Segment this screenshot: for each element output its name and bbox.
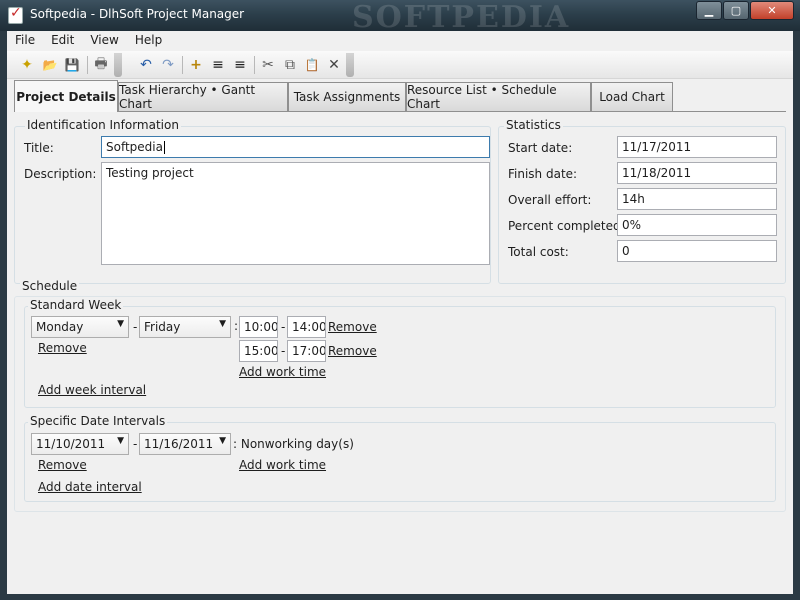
client-area: File Edit View Help ✦ 📂 💾 🖶 ↶ ↷ + ≡ ≡ ✂ … <box>7 31 793 594</box>
start-time-input[interactable]: 10:00 <box>239 316 278 338</box>
to-date-picker[interactable]: 11/16/2011 ▼ <box>139 433 231 455</box>
menu-help[interactable]: Help <box>127 31 170 51</box>
outdent-icon[interactable]: ≡ <box>230 55 250 75</box>
nonworking-status: : Nonworking day(s) <box>233 437 354 451</box>
description-input[interactable]: Testing project <box>101 162 490 265</box>
cut-icon[interactable]: ✂ <box>258 55 278 75</box>
identification-title: Identification Information <box>25 118 181 132</box>
tab-project-details[interactable]: Project Details <box>14 80 118 112</box>
start-date-label: Start date: <box>508 141 573 155</box>
save-icon[interactable]: 💾 <box>62 55 82 75</box>
title-bar[interactable]: Softpedia - DlhSoft Project Manager SOFT… <box>0 0 800 35</box>
description-label: Description: <box>24 167 97 181</box>
tab-panel: Identification Information Title: Softpe… <box>14 111 786 594</box>
watermark-logo: SOFTPEDIA <box>352 0 571 35</box>
dash-separator: - <box>281 320 286 334</box>
add-work-time-link[interactable]: Add work time <box>239 458 326 472</box>
finish-date-value: 11/18/2011 <box>617 162 777 184</box>
specific-dates-title: Specific Date Intervals <box>28 414 168 428</box>
toolbar-grip[interactable] <box>346 53 354 77</box>
statistics-title: Statistics <box>504 118 563 132</box>
total-cost-value: 0 <box>617 240 777 262</box>
copy-icon[interactable]: ⧉ <box>280 55 300 75</box>
title-label: Title: <box>24 141 54 155</box>
remove-time-link[interactable]: Remove <box>328 344 377 358</box>
dash-separator: - <box>281 344 286 358</box>
indent-icon[interactable]: ≡ <box>208 55 228 75</box>
new-icon[interactable]: ✦ <box>17 55 37 75</box>
percent-completed-value: 0% <box>617 214 777 236</box>
end-time-input[interactable]: 14:00 <box>287 316 326 338</box>
start-time-input[interactable]: 15:00 <box>239 340 278 362</box>
redo-icon[interactable]: ↷ <box>158 55 178 75</box>
toolbar-grip[interactable] <box>114 53 122 77</box>
delete-icon[interactable]: ✕ <box>324 55 344 75</box>
minimize-button[interactable]: ▁ <box>696 1 722 20</box>
open-icon[interactable]: 📂 <box>40 55 60 75</box>
paste-icon[interactable]: 📋 <box>302 55 322 75</box>
close-button[interactable]: ✕ <box>750 1 794 20</box>
toolbar-separator <box>182 56 183 74</box>
total-cost-label: Total cost: <box>508 245 569 259</box>
finish-date-label: Finish date: <box>508 167 578 181</box>
menu-file[interactable]: File <box>7 31 43 51</box>
add-date-interval-link[interactable]: Add date interval <box>38 480 142 494</box>
toolbar-separator <box>87 56 88 74</box>
window-title: Softpedia - DlhSoft Project Manager <box>30 7 245 21</box>
overall-effort-label: Overall effort: <box>508 193 592 207</box>
end-time-input[interactable]: 17:00 <box>287 340 326 362</box>
title-input[interactable]: Softpedia <box>101 136 490 158</box>
tab-resource-list[interactable]: Resource List • Schedule Chart <box>406 82 591 111</box>
app-icon <box>8 5 23 24</box>
menu-edit[interactable]: Edit <box>43 31 82 51</box>
remove-week-interval-link[interactable]: Remove <box>38 341 87 355</box>
remove-date-interval-link[interactable]: Remove <box>38 458 87 472</box>
add-week-interval-link[interactable]: Add week interval <box>38 383 146 397</box>
tab-load-chart[interactable]: Load Chart <box>591 82 673 111</box>
print-icon[interactable]: 🖶 <box>91 55 111 75</box>
dash-separator: - <box>133 320 138 334</box>
standard-week-title: Standard Week <box>28 298 124 312</box>
from-day-dropdown[interactable]: Monday ▼ <box>31 316 129 338</box>
tab-task-assignments[interactable]: Task Assignments <box>288 82 406 111</box>
toolbar-separator <box>254 56 255 74</box>
add-task-icon[interactable]: + <box>186 55 206 75</box>
tab-task-hierarchy[interactable]: Task Hierarchy • Gantt Chart <box>118 82 288 111</box>
percent-completed-label: Percent completed: <box>508 219 625 233</box>
remove-time-link[interactable]: Remove <box>328 320 377 334</box>
colon-separator: : <box>234 319 239 333</box>
from-date-picker[interactable]: 11/10/2011 ▼ <box>31 433 129 455</box>
menu-view[interactable]: View <box>82 31 126 51</box>
add-work-time-link[interactable]: Add work time <box>239 365 326 379</box>
undo-icon[interactable]: ↶ <box>136 55 156 75</box>
schedule-title: Schedule <box>20 279 80 293</box>
dash-separator: - <box>133 437 138 451</box>
to-day-dropdown[interactable]: Friday ▼ <box>139 316 231 338</box>
overall-effort-value: 14h <box>617 188 777 210</box>
menu-bar: File Edit View Help <box>7 31 793 51</box>
start-date-value: 11/17/2011 <box>617 136 777 158</box>
toolbar: ✦ 📂 💾 🖶 ↶ ↷ + ≡ ≡ ✂ ⧉ 📋 ✕ <box>7 51 793 79</box>
maximize-button[interactable]: ▢ <box>723 1 749 20</box>
